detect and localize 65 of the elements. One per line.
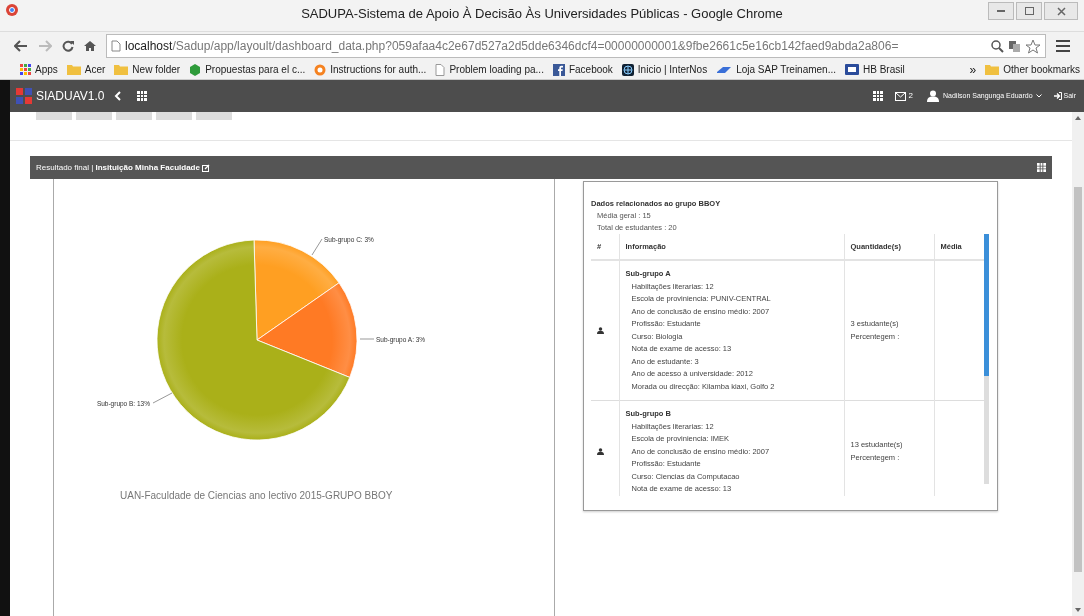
bookmark-item[interactable]: Apps [20, 62, 58, 77]
pie-slice[interactable] [256, 282, 358, 378]
more-bookmarks-button[interactable]: » [969, 60, 977, 79]
bookmark-item[interactable]: Other bookmarks [985, 62, 1080, 77]
minimize-icon [997, 10, 1005, 12]
url-text: localhost/Sadup/app/layoult/dashboard_data.php?059afaa4c2e67d527a2d5dde6346dcf4=00000000001&9fbe2661c5e16cb142faed9abda2a806= [125, 38, 899, 55]
close-button[interactable] [1044, 2, 1078, 20]
globe-icon [621, 63, 634, 76]
bookmark-item[interactable]: Acer [66, 62, 106, 77]
home-icon[interactable] [84, 40, 96, 52]
brand-logo-icon [16, 88, 32, 104]
reload-icon[interactable] [62, 40, 74, 52]
window-title: SADUPA-Sistema de Apoio À Decisão Às Universidades Públicas - Google Chrome [301, 4, 783, 23]
apps-icon [20, 64, 31, 75]
back-icon[interactable] [14, 40, 28, 52]
chain-icon [716, 64, 733, 75]
grid-icon[interactable] [872, 91, 883, 101]
page-scrollbar[interactable] [1072, 112, 1084, 616]
page-icon [111, 40, 121, 52]
browser-logo-icon [6, 4, 18, 16]
bookmark-item[interactable]: Instructions for auth... [314, 62, 427, 77]
bookmark-item[interactable]: HB Brasil [845, 62, 905, 77]
folder-icon [66, 64, 81, 75]
swirl-icon [314, 63, 327, 76]
user-icon [597, 448, 604, 456]
bookmark-item[interactable]: Problem loading pa... [435, 62, 544, 77]
bookmark-item[interactable]: New folder [114, 62, 181, 77]
panel-title: Resultado final | Insituição Minha Faculdade [36, 161, 200, 174]
bookmark-item[interactable]: Propuestas para el c... [189, 62, 306, 77]
maximize-button[interactable] [1016, 2, 1042, 20]
folder-icon [985, 64, 1000, 75]
chart-caption: UAN-Faculdade de Ciencias ano lectivo 2015-GRUPO BBOY [120, 490, 393, 501]
leader-line [311, 238, 323, 256]
user-icon [597, 327, 604, 334]
bookmark-item[interactable]: Facebook [552, 62, 613, 77]
star-icon[interactable] [1025, 38, 1041, 54]
badge-icon [845, 64, 859, 75]
message-count: 2 [908, 90, 914, 102]
caret-icon[interactable] [1035, 94, 1042, 98]
facebook-icon [552, 63, 565, 76]
mail-icon[interactable] [894, 91, 906, 101]
edit-icon[interactable] [201, 163, 210, 172]
zoom-icon[interactable] [991, 39, 1004, 53]
close-icon [1056, 6, 1066, 16]
scrollbar[interactable] [984, 234, 989, 484]
scroll-down-icon[interactable] [1075, 608, 1081, 612]
user-icon[interactable] [927, 90, 940, 102]
page-icon [435, 63, 446, 76]
grid-icon[interactable] [137, 91, 148, 101]
restore-icon [1024, 7, 1034, 15]
address-bar[interactable]: localhost/Sadup/app/layoult/dashboard_data.php?059afaa4c2e67d527a2d5dde6346dcf4=00000000001&9fbe2661c5e16cb142faed9abda2a806= [106, 34, 1046, 58]
folder-icon [114, 64, 129, 75]
brand-name[interactable]: SIADUAV1.0 [36, 87, 105, 105]
collapse-icon[interactable] [114, 91, 122, 101]
translate-icon[interactable] [1008, 39, 1021, 53]
bookmark-item[interactable]: Loja SAP Treinamen... [716, 62, 836, 77]
leader-line [152, 392, 173, 404]
bookmark-item[interactable]: Inicio | InterNos [621, 62, 708, 77]
logout-icon[interactable] [1053, 92, 1062, 100]
menu-icon[interactable] [1056, 40, 1070, 52]
leader-line [359, 338, 375, 340]
scroll-up-icon[interactable] [1075, 116, 1081, 120]
grid-icon[interactable] [1037, 163, 1046, 172]
minimize-button[interactable] [988, 2, 1014, 20]
hexagon-icon [189, 63, 202, 76]
